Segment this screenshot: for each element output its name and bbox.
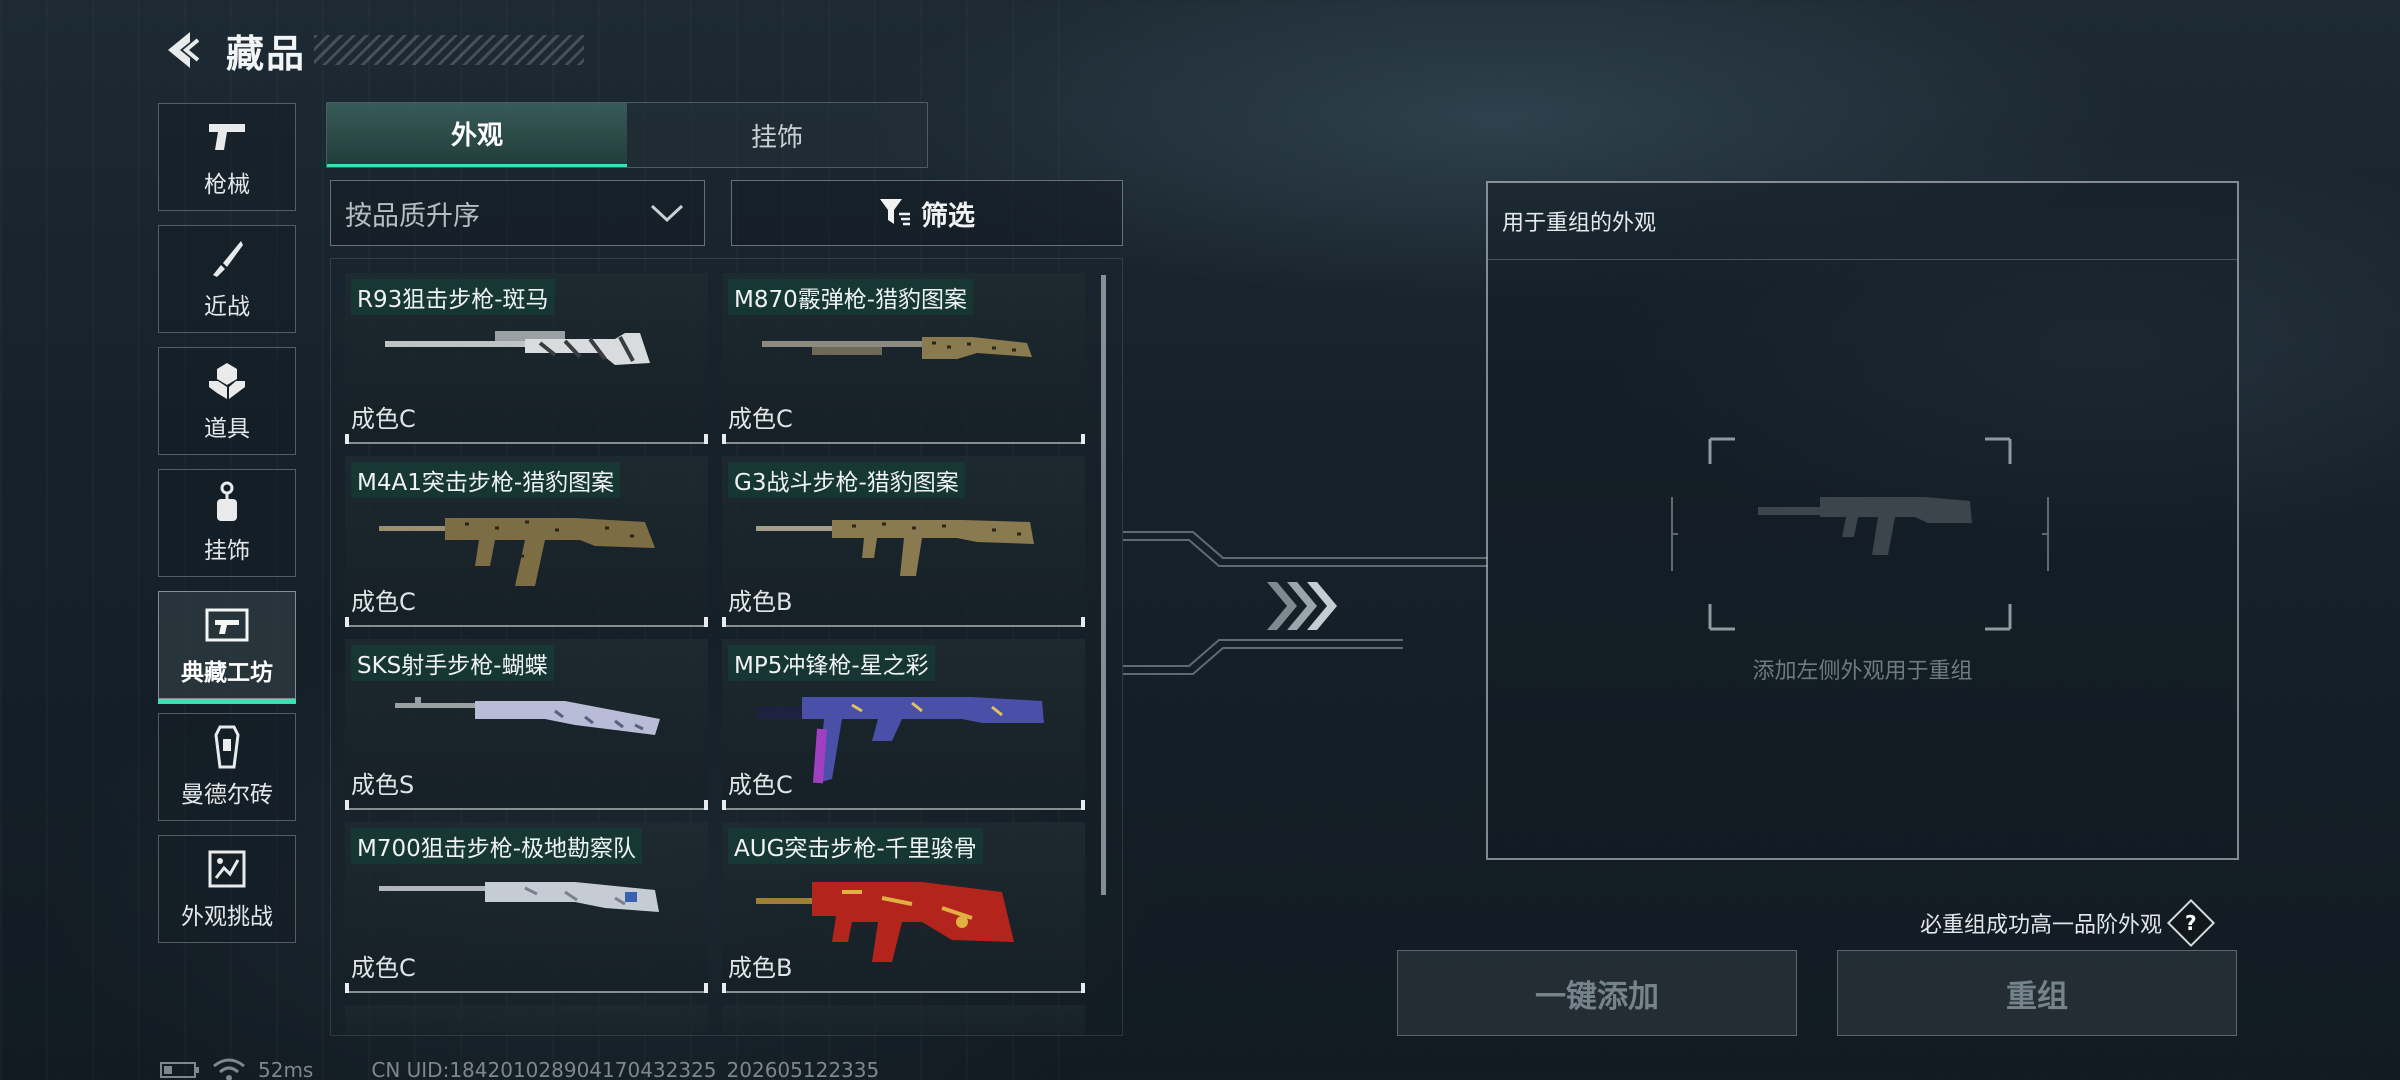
skin-name: R93狙击步枪-斑马: [351, 279, 555, 315]
funnel-icon: [880, 199, 910, 226]
empty-skin-slot[interactable]: [1670, 437, 2050, 631]
pistol-icon: [205, 115, 249, 159]
page-title: 藏品: [226, 31, 307, 76]
back-button[interactable]: [158, 26, 206, 74]
help-glyph: ?: [2185, 910, 2197, 935]
sort-value: 按品质升序: [345, 200, 480, 232]
skin-name: AUG突击步枪-千里骏骨: [728, 828, 983, 864]
skin-name: MP5冲锋枪-星之彩: [728, 645, 935, 681]
arrow-indicator: [1265, 580, 1341, 632]
nav-item-label: 曼德尔砖: [181, 782, 273, 808]
nav-item-items[interactable]: 道具: [158, 347, 296, 455]
add-all-button[interactable]: 一键添加: [1397, 950, 1797, 1036]
bolt-sniper-icon: [379, 882, 659, 912]
guarantee-text: 必重组成功高一品阶外观: [1920, 913, 2163, 938]
title-decoration: [314, 35, 585, 65]
chevron-down-icon: [650, 204, 684, 223]
skin-name: M700狙击步枪-极地勘察队: [351, 828, 643, 864]
skin-grade: 成色B: [728, 588, 793, 616]
challenge-icon: [205, 847, 249, 891]
status-bar: 52ms CN UID:18420102890417043232​5_20260…: [160, 1058, 879, 1080]
skin-card[interactable]: M4A1突击步枪-猎豹图案 成色C: [345, 456, 708, 627]
shotgun-icon: [762, 337, 1032, 359]
skin-grade: 成色C: [728, 405, 793, 433]
sniper-rifle-icon: [385, 331, 650, 365]
side-nav: 枪械 近战 道具 挂饰 典藏工坊 曼德尔砖 外观挑战: [158, 103, 296, 957]
skin-card[interactable]: R93狙击步枪-斑马 成色C: [345, 273, 708, 444]
skin-card[interactable]: MP5冲锋枪-星之彩 成色C: [722, 639, 1085, 810]
skin-grade: 成色C: [728, 771, 793, 799]
tab-skins[interactable]: 外观: [327, 103, 627, 167]
nav-item-skin-challenge[interactable]: 外观挑战: [158, 835, 296, 943]
ping-value: 52ms: [258, 1058, 314, 1080]
skin-card-partial[interactable]: [722, 1005, 1085, 1035]
battery-icon: [160, 1062, 199, 1078]
tab-charms[interactable]: 挂饰: [627, 103, 927, 167]
filter-label: 筛选: [921, 200, 975, 232]
skin-card[interactable]: G3战斗步枪-猎豹图案 成色B: [722, 456, 1085, 627]
nav-item-label: 道具: [204, 416, 250, 442]
nav-item-melee[interactable]: 近战: [158, 225, 296, 333]
tab-bar: 外观 挂饰: [326, 102, 928, 168]
panel-title: 用于重组的外观: [1502, 211, 1657, 236]
wifi-icon: [213, 1058, 245, 1080]
rifle-silhouette-icon: [1758, 497, 1972, 555]
skin-card[interactable]: M870霰弹枪-猎豹图案 成色C: [722, 273, 1085, 444]
header: 藏品: [158, 22, 585, 78]
recombine-panel: 用于重组的外观 添加左侧外观用于重组: [1486, 181, 2239, 860]
guarantee-note: 必重组成功高一品阶外观 ?: [1920, 898, 2216, 948]
skin-grade: 成色C: [351, 405, 416, 433]
skin-grade: 成色S: [351, 771, 415, 799]
skin-card[interactable]: SKS射手步枪-蝴蝶 成色S: [345, 639, 708, 810]
chevron-right-icon: [1267, 582, 1337, 630]
nav-item-label: 外观挑战: [181, 904, 273, 930]
charm-icon: [205, 481, 249, 525]
skin-grade: 成色C: [351, 954, 416, 982]
brick-icon: [205, 725, 249, 769]
smg-icon: [758, 697, 1044, 784]
skin-card[interactable]: M700狙击步枪-极地勘察队 成色C: [345, 822, 708, 993]
skin-name: M870霰弹枪-猎豹图案: [728, 279, 974, 315]
bullpup-rifle-icon: [756, 882, 1014, 962]
scrollbar[interactable]: [1101, 275, 1106, 895]
recombine-label: 重组: [2006, 978, 2068, 1015]
slot-hint: 添加左侧外观用于重组: [1752, 659, 1973, 684]
filter-button[interactable]: 筛选: [731, 180, 1123, 246]
help-icon[interactable]: ?: [2166, 898, 2216, 948]
skin-grade: 成色B: [728, 954, 793, 982]
nav-item-workshop[interactable]: 典藏工坊: [158, 591, 296, 704]
skin-name: G3战斗步枪-猎豹图案: [728, 462, 965, 498]
skin-grid: R93狙击步枪-斑马 成色C M870霰弹枪-猎豹图案 成色C M4A1突击步枪…: [345, 273, 1085, 1035]
skin-grid-container: R93狙击步枪-斑马 成色C M870霰弹枪-猎豹图案 成色C M4A1突击步枪…: [330, 258, 1123, 1036]
battle-rifle-icon: [756, 520, 1034, 576]
nav-item-label: 枪械: [204, 172, 250, 198]
user-uid: CN UID:18420102890417043232​5_2026051223…: [371, 1058, 880, 1080]
knife-icon: [205, 237, 249, 281]
skin-name: M4A1突击步枪-猎豹图案: [351, 462, 621, 498]
skin-card[interactable]: AUG突击步枪-千里骏骨 成色B: [722, 822, 1085, 993]
nav-item-label: 挂饰: [204, 538, 250, 564]
recombine-button[interactable]: 重组: [1837, 950, 2237, 1036]
assault-rifle-icon: [379, 518, 655, 586]
grenade-icon: [205, 359, 249, 403]
nav-item-mandel-brick[interactable]: 曼德尔砖: [158, 713, 296, 821]
add-all-label: 一键添加: [1535, 978, 1659, 1015]
nav-item-label: 近战: [204, 294, 250, 320]
marksman-rifle-icon: [395, 697, 660, 735]
sort-dropdown[interactable]: 按品质升序: [330, 180, 705, 246]
skin-name: SKS射手步枪-蝴蝶: [351, 645, 554, 681]
skin-card-partial[interactable]: [345, 1005, 708, 1035]
workshop-icon: [205, 603, 249, 647]
nav-item-charms[interactable]: 挂饰: [158, 469, 296, 577]
back-arrow-icon: [168, 32, 200, 68]
divider: [1488, 259, 2237, 260]
skin-grade: 成色C: [351, 588, 416, 616]
nav-item-guns[interactable]: 枪械: [158, 103, 296, 211]
nav-item-label: 典藏工坊: [181, 660, 273, 686]
